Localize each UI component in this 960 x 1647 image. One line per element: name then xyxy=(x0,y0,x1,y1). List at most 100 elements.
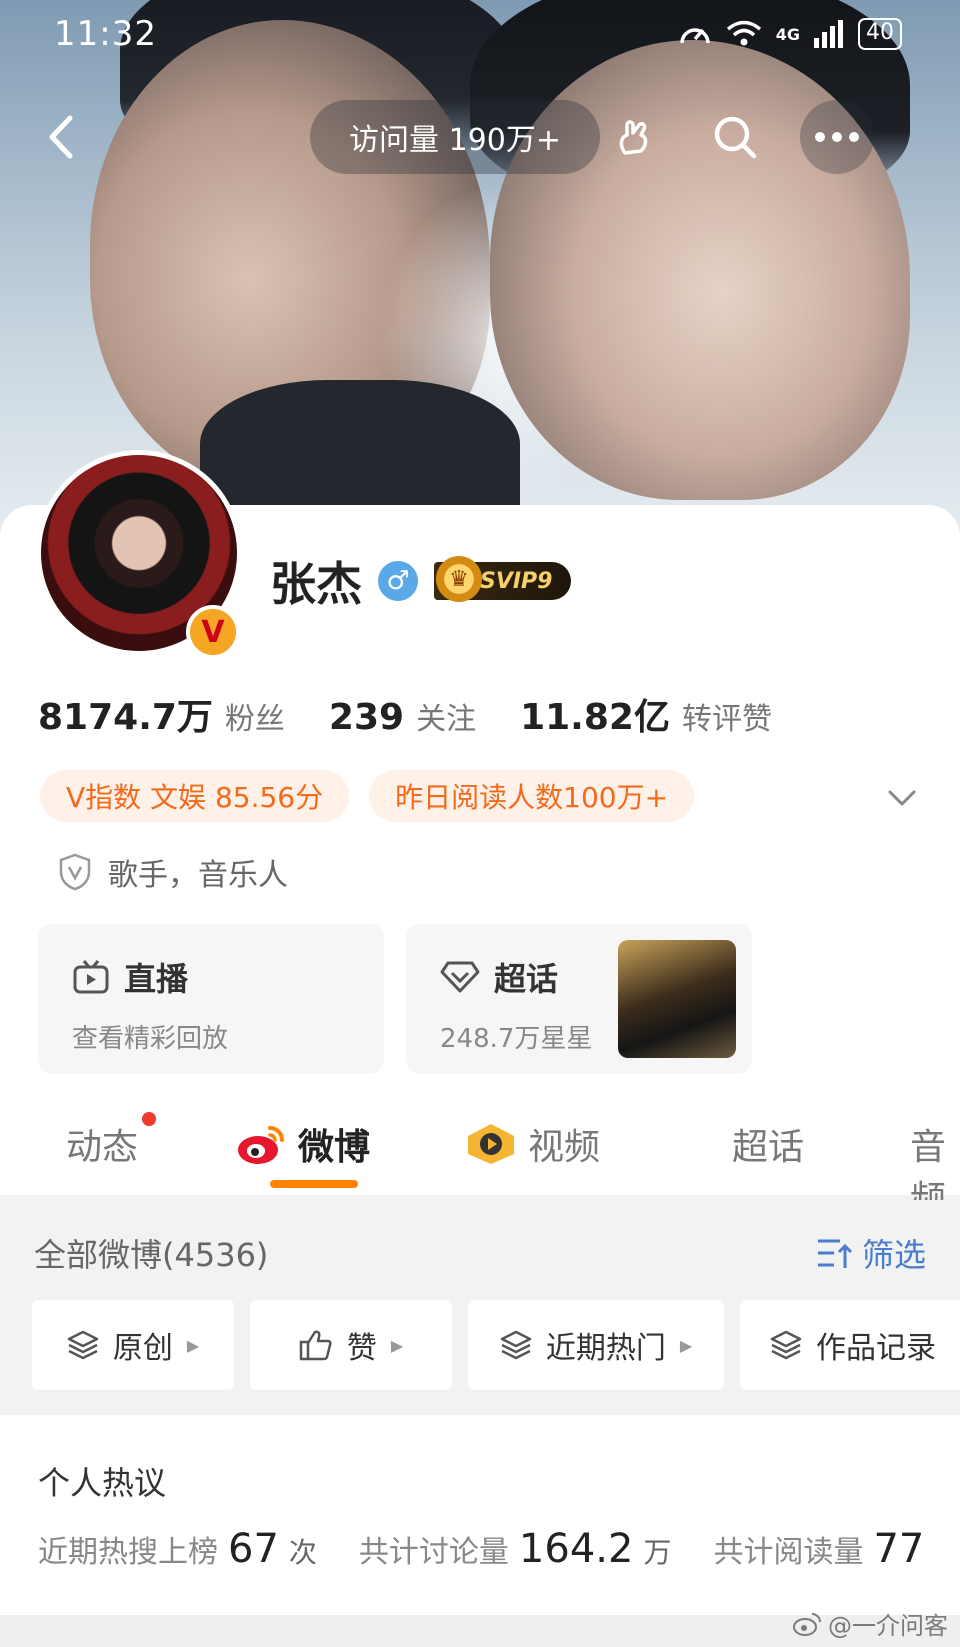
live-title-row: 直播 xyxy=(72,954,350,1000)
watermark: @一介问客 xyxy=(792,1606,948,1641)
watermark-text: @一介问客 xyxy=(828,1612,948,1640)
super-topic-thumbnail xyxy=(618,940,736,1058)
chip-recent-hot[interactable]: 近期热门 ▶ xyxy=(468,1300,724,1390)
back-arrow-icon[interactable] xyxy=(36,110,90,164)
readers-tag[interactable]: 昨日阅读人数100万+ xyxy=(369,770,695,822)
hot-key: 共计讨论量 xyxy=(358,1535,509,1570)
status-bar: 11:32 4G 40 xyxy=(0,0,960,72)
top-nav-bar: 访问量 190万+ xyxy=(0,92,960,182)
tab-label: 微博 xyxy=(298,1127,371,1168)
live-card[interactable]: 直播 查看精彩回放 xyxy=(38,924,384,1074)
hot-unit: 万 xyxy=(643,1536,672,1569)
caret-right-icon: ▶ xyxy=(679,1335,693,1355)
active-tab-indicator xyxy=(270,1180,358,1188)
tab-video[interactable]: 视频 xyxy=(464,1118,600,1170)
profile-stats: 8174.7万 粉丝 239 关注 11.82亿 转评赞 xyxy=(38,688,816,740)
finger-heart-icon xyxy=(619,120,648,155)
chip-label: 原创 xyxy=(112,1331,173,1366)
hot-unit: 次 xyxy=(288,1536,317,1569)
speed-icon xyxy=(679,28,710,44)
entry-cards: 直播 查看精彩回放 超话 248.7万星星 xyxy=(38,924,752,1074)
super-topic-card[interactable]: 超话 248.7万星星 xyxy=(406,924,752,1074)
layers-icon xyxy=(500,1330,532,1360)
stat-value: 11.82亿 xyxy=(520,697,670,738)
hot-stats-row[interactable]: 近期热搜上榜 67 次 共计讨论量 164.2 万 共计阅读量 77 xyxy=(38,1526,960,1572)
diamond-icon xyxy=(440,961,480,993)
tab-feed[interactable]: 动态 xyxy=(66,1112,157,1170)
stat-label: 关注 xyxy=(416,702,477,737)
tab-label: 视频 xyxy=(528,1127,601,1168)
tab-label: 超话 xyxy=(732,1127,805,1168)
filter-label: 筛选 xyxy=(861,1236,926,1274)
live-subtitle: 查看精彩回放 xyxy=(72,1024,229,1054)
signal-icon xyxy=(814,20,843,48)
discussion-stat: 共计讨论量 164.2 万 xyxy=(359,1526,672,1572)
hot-key: 近期热搜上榜 xyxy=(38,1535,218,1570)
hot-search-stat: 近期热搜上榜 67 次 xyxy=(38,1526,317,1572)
wifi-icon xyxy=(726,20,761,46)
caret-right-icon: ▶ xyxy=(186,1335,200,1355)
name-row: 张杰 ♂ ♛ SVIP9 xyxy=(270,548,571,614)
hot-value: 67 xyxy=(228,1526,279,1572)
hot-value: 77 xyxy=(873,1526,925,1572)
super-topic-title: 超话 xyxy=(494,960,559,998)
fan-gesture-button[interactable] xyxy=(598,100,672,174)
battery-icon: 40 xyxy=(858,18,902,50)
more-dots-icon xyxy=(815,132,859,142)
tv-icon xyxy=(73,960,109,994)
hot-value: 164.2 xyxy=(518,1526,634,1572)
more-button[interactable] xyxy=(800,100,874,174)
following-stat[interactable]: 239 关注 xyxy=(329,694,476,738)
crown-icon: ♛ xyxy=(436,556,482,602)
stat-label: 粉丝 xyxy=(224,702,285,737)
male-icon: ♂ xyxy=(378,561,418,601)
filter-button[interactable]: 筛选 xyxy=(816,1230,926,1276)
bio-text: 歌手，音乐人 xyxy=(108,858,288,893)
shield-v-icon xyxy=(59,853,91,891)
followers-stat[interactable]: 8174.7万 粉丝 xyxy=(38,688,285,740)
stat-label: 转评赞 xyxy=(681,702,772,737)
svip-badge[interactable]: ♛ SVIP9 xyxy=(434,556,571,602)
profile-tags: V指数 文娱 85.56分 昨日阅读人数100万+ xyxy=(40,770,695,822)
live-title: 直播 xyxy=(124,960,189,998)
system-icons: 4G 40 xyxy=(678,18,902,50)
tab-super-topic[interactable]: 超话 xyxy=(732,1118,804,1170)
weibo-watermark-icon xyxy=(793,1612,821,1636)
hot-section-title: 个人热议 xyxy=(38,1464,167,1502)
layers-icon xyxy=(67,1330,99,1360)
chip-label: 近期热门 xyxy=(545,1331,666,1366)
unread-dot xyxy=(142,1112,157,1126)
sort-filter-icon xyxy=(817,1239,853,1268)
chip-original[interactable]: 原创 ▶ xyxy=(32,1300,234,1390)
thumbs-up-icon xyxy=(299,1330,332,1361)
svip-label: SVIP9 xyxy=(480,568,553,594)
chip-liked[interactable]: 赞 ▶ xyxy=(250,1300,452,1390)
weibo-logo-icon xyxy=(238,1126,284,1164)
network-label: 4G xyxy=(775,24,800,44)
tab-label: 动态 xyxy=(66,1127,139,1168)
interactions-stat[interactable]: 11.82亿 转评赞 xyxy=(520,688,772,740)
v-index-tag[interactable]: V指数 文娱 85.56分 xyxy=(40,770,350,822)
read-count-stat: 共计阅读量 77 xyxy=(713,1526,934,1572)
chip-works[interactable]: 作品记录 xyxy=(740,1300,960,1390)
chevron-down-icon[interactable] xyxy=(882,778,922,818)
chip-label: 赞 xyxy=(346,1331,377,1366)
personal-hot-section xyxy=(0,1415,960,1615)
visit-count-pill[interactable]: 访问量 190万+ xyxy=(310,100,600,174)
bio-row: 歌手，音乐人 xyxy=(58,850,288,894)
chip-label: 作品记录 xyxy=(816,1331,936,1366)
stat-value: 8174.7万 xyxy=(38,697,213,738)
clock: 11:32 xyxy=(54,14,157,54)
stat-value: 239 xyxy=(328,697,405,738)
tab-weibo[interactable]: 微博 xyxy=(236,1118,370,1170)
profile-tabs: 动态 微博 视频 超话 音频 xyxy=(0,1100,960,1220)
all-weibo-count: 全部微博(4536) xyxy=(34,1236,269,1274)
search-icon xyxy=(714,116,757,159)
hot-key: 共计阅读量 xyxy=(713,1535,864,1570)
feed-filter-chips: 原创 ▶ 赞 ▶ 近期热门 ▶ 作品记录 xyxy=(32,1300,960,1390)
layers-icon xyxy=(770,1330,802,1360)
caret-right-icon: ▶ xyxy=(390,1335,404,1355)
user-name: 张杰 xyxy=(270,557,362,611)
search-button[interactable] xyxy=(698,100,772,174)
video-badge-icon xyxy=(468,1124,514,1164)
